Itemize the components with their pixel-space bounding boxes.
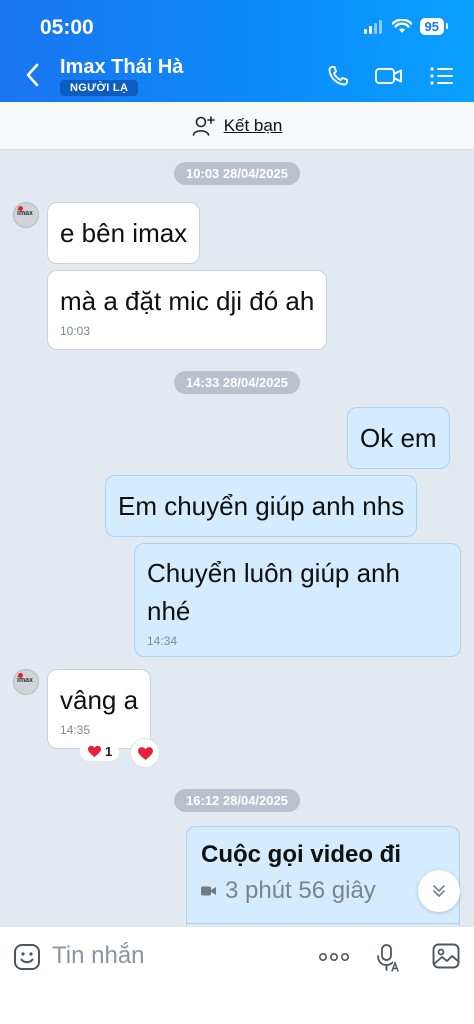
message-input-bar	[0, 926, 474, 1024]
message-list[interactable]: 10:03 28/04/2025 imax e bên imax mà a đặ…	[0, 150, 474, 926]
menu-list-icon[interactable]	[428, 64, 456, 88]
emoji-icon[interactable]	[13, 943, 41, 971]
message-text: e bên imax	[60, 218, 188, 248]
call-duration-row: 3 phút 56 giây	[201, 877, 445, 905]
message-time: 10:03	[60, 324, 91, 338]
video-camera-icon	[201, 886, 216, 896]
date-stamp: 14:33 28/04/2025	[174, 371, 300, 394]
date-stamp: 16:12 28/04/2025	[174, 789, 300, 812]
signal-icon	[363, 19, 382, 34]
more-options-icon[interactable]	[318, 951, 350, 963]
message-input[interactable]	[52, 939, 292, 973]
heart-icon	[88, 745, 101, 758]
add-friend-bar[interactable]: Kết bạn	[0, 102, 474, 150]
message-bubble-outgoing[interactable]: Ok em	[347, 407, 450, 469]
video-call-card[interactable]: Cuộc gọi video đi 3 phút 56 giây	[186, 826, 460, 936]
scroll-to-bottom-button[interactable]	[418, 870, 460, 912]
video-call-icon[interactable]	[374, 64, 404, 88]
avatar-logo-text: imax	[17, 210, 33, 217]
image-gallery-icon[interactable]	[432, 943, 460, 969]
add-friend-icon	[192, 115, 215, 136]
heart-icon	[137, 746, 153, 760]
message-bubble-outgoing[interactable]: Chuyển luôn giúp anh nhé 14:34	[134, 543, 461, 657]
date-stamp: 10:03 28/04/2025	[174, 162, 300, 185]
battery-indicator: 95	[419, 18, 449, 35]
message-text: Ok em	[360, 423, 437, 453]
message-text-line-2: nhé	[147, 596, 191, 626]
call-card-divider	[187, 923, 459, 924]
contact-name[interactable]: Imax Thái Hà	[60, 56, 183, 79]
reaction-count: 1	[105, 744, 113, 759]
back-arrow-icon[interactable]	[22, 62, 44, 88]
phone-call-icon[interactable]	[326, 64, 354, 88]
message-time: 14:34	[147, 634, 178, 648]
double-chevron-down-icon	[433, 885, 445, 897]
message-text: vâng a	[60, 685, 139, 715]
chat-header: 05:00 95 Imax Thái Hà NGƯỜI LẠ	[0, 0, 474, 102]
message-text: mà a đặt mic dji đó ah	[60, 286, 315, 316]
avatar-logo-text: imax	[17, 677, 33, 684]
message-bubble-incoming[interactable]: vâng a 14:35	[47, 669, 152, 749]
call-duration: 3 phút 56 giây	[225, 877, 376, 904]
voice-to-text-icon[interactable]	[376, 943, 400, 973]
nav-bar: Imax Thái Hà NGƯỜI LẠ	[0, 52, 474, 98]
react-heart-button[interactable]	[130, 738, 160, 768]
avatar[interactable]: imax	[13, 669, 39, 695]
wifi-icon	[391, 19, 412, 33]
call-title: Cuộc gọi video đi	[201, 841, 402, 868]
message-bubble-outgoing[interactable]: Em chuyển giúp anh nhs	[105, 475, 418, 537]
message-bubble-incoming[interactable]: mà a đặt mic dji đó ah 10:03	[47, 270, 328, 350]
reaction-summary[interactable]: 1	[80, 742, 120, 761]
status-time: 05:00	[40, 16, 94, 39]
status-icons: 95	[363, 18, 449, 35]
stranger-badge: NGƯỜI LẠ	[60, 80, 139, 96]
message-bubble-incoming[interactable]: e bên imax	[47, 202, 201, 264]
avatar[interactable]: imax	[13, 202, 39, 228]
add-friend-label[interactable]: Kết bạn	[224, 116, 283, 136]
message-text-line-1: Chuyển luôn giúp anh	[147, 558, 400, 588]
status-bar: 05:00 95	[0, 14, 474, 42]
message-text: Em chuyển giúp anh nhs	[118, 491, 405, 521]
message-time: 14:35	[60, 723, 91, 737]
